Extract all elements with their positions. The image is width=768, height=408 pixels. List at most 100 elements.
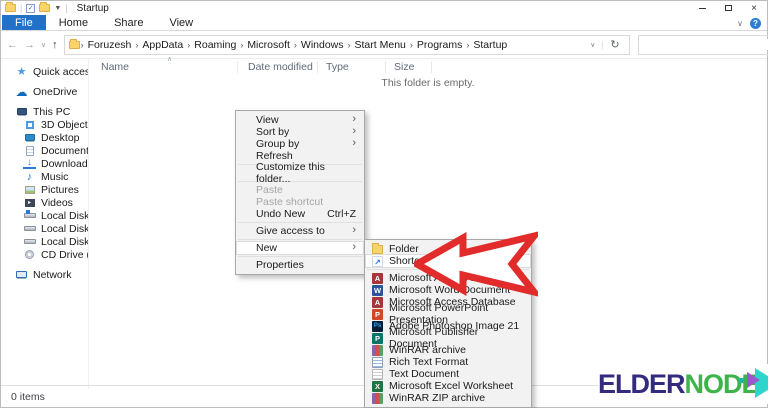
window-title: Startup: [76, 2, 109, 14]
breadcrumb-item-appdata[interactable]: AppData: [139, 39, 186, 51]
breadcrumb-item-windows[interactable]: Windows: [298, 39, 347, 51]
sidebar-item-label: 3D Objects: [41, 118, 89, 131]
separator: |: [65, 3, 68, 13]
sidebar-item-cd-drive-h[interactable]: CD Drive (H:): [1, 248, 88, 261]
column-header-name[interactable]: Name ∧: [89, 56, 238, 73]
eldernode-logo: ELDER NODE: [598, 364, 768, 404]
submenu-item-winrar-zip-archive[interactable]: WinRAR ZIP archive: [366, 392, 530, 404]
sidebar-item-label: OneDrive: [33, 85, 78, 98]
breadcrumb-item-start-menu[interactable]: Start Menu: [352, 39, 409, 51]
expand-ribbon-icon[interactable]: ∨: [737, 19, 743, 28]
menu-item-properties[interactable]: Properties: [237, 259, 363, 271]
forward-button[interactable]: →: [24, 39, 35, 51]
restore-icon: [724, 5, 732, 11]
document-icon: [23, 145, 36, 157]
sidebar-item-music[interactable]: ♪ Music: [1, 170, 88, 183]
close-button[interactable]: ×: [741, 1, 767, 15]
shortcut-icon: ↗: [372, 255, 383, 267]
up-button[interactable]: ↑: [52, 39, 58, 51]
restore-button[interactable]: [715, 1, 741, 15]
help-icon[interactable]: ?: [750, 17, 761, 29]
photoshop-icon: Ps: [372, 320, 383, 332]
submenu-item-powerpoint-presentation[interactable]: P Microsoft PowerPoint Presentation: [366, 302, 530, 326]
menu-item-sort-by[interactable]: Sort by ›: [237, 125, 363, 138]
menu-separator: [238, 256, 362, 257]
menu-separator: [238, 239, 362, 240]
properties-qat-icon[interactable]: ✓: [26, 3, 36, 13]
chevron-right-icon: ›: [352, 137, 356, 149]
recent-locations-chevron-icon[interactable]: ∨: [41, 41, 46, 49]
sidebar-item-onedrive[interactable]: ☁ OneDrive: [1, 85, 88, 99]
menu-item-customize-this-folder[interactable]: Customize this folder...: [237, 161, 363, 185]
menu-item-paste: Paste: [237, 184, 363, 196]
submenu-item-rich-text-format[interactable]: Rich Text Format: [366, 356, 530, 368]
sidebar-item-local-disk-e[interactable]: Local Disk (E:): [1, 235, 88, 248]
sidebar-item-label: Music: [41, 170, 69, 183]
folder-icon: [372, 243, 383, 254]
sort-ascending-icon: ∧: [167, 56, 173, 63]
breadcrumb-item-microsoft[interactable]: Microsoft: [244, 39, 293, 51]
sidebar-item-desktop[interactable]: Desktop: [1, 131, 88, 144]
cd-icon: [23, 249, 36, 261]
back-button[interactable]: ←: [7, 39, 18, 51]
red-annotation-arrow: [414, 231, 538, 297]
menu-item-label: Properties: [256, 259, 304, 271]
breadcrumb: › Foruzesh › AppData › Roaming › Microso…: [80, 39, 584, 51]
desktop-icon: [23, 132, 36, 144]
refresh-icon[interactable]: ↻: [603, 38, 626, 51]
breadcrumb-item-foruzesh[interactable]: Foruzesh: [85, 39, 135, 51]
submenu-item-text-document[interactable]: Text Document: [366, 368, 530, 380]
menu-item-shortcut: Ctrl+Z: [327, 208, 356, 220]
empty-folder-message: This folder is empty.: [381, 77, 475, 89]
sidebar-item-downloads[interactable]: ↓ Downloads: [1, 157, 88, 170]
search-input[interactable]: [643, 39, 768, 50]
submenu-item-publisher-document[interactable]: P Microsoft Publisher Document: [366, 326, 530, 350]
sidebar-item-pictures[interactable]: Pictures: [1, 183, 88, 196]
video-icon: ▸: [23, 197, 36, 209]
menu-item-new[interactable]: New ›: [236, 241, 364, 255]
sidebar-item-3d-objects[interactable]: 3D Objects: [1, 118, 88, 131]
tab-file[interactable]: File: [2, 15, 46, 30]
sidebar-item-documents[interactable]: Documents: [1, 144, 88, 157]
excel-icon: X: [372, 380, 383, 392]
sidebar-item-quick-access[interactable]: ★ Quick access: [1, 65, 88, 79]
menu-item-undo-new[interactable]: Undo New Ctrl+Z: [237, 208, 363, 220]
menu-item-view[interactable]: View ›: [237, 113, 363, 126]
column-header-date-modified[interactable]: Date modified: [238, 61, 318, 73]
location-folder-icon: [68, 38, 80, 49]
sidebar-item-network[interactable]: Network: [1, 268, 88, 281]
address-bar[interactable]: › Foruzesh › AppData › Roaming › Microso…: [63, 34, 630, 55]
address-dropdown-chevron-icon[interactable]: ∨: [583, 40, 604, 49]
breadcrumb-item-programs[interactable]: Programs: [414, 39, 466, 51]
logo-triangles-icon: [738, 366, 768, 402]
word-icon: W: [372, 284, 383, 296]
menu-item-label: Give access to: [256, 225, 325, 237]
sidebar-item-this-pc[interactable]: This PC: [1, 105, 88, 118]
menu-item-label: Customize this folder...: [256, 161, 325, 185]
menu-item-give-access-to[interactable]: Give access to ›: [237, 224, 363, 237]
titlebar: | ✓ ▼ | Startup ×: [1, 1, 767, 15]
sidebar-item-local-disk-d[interactable]: Local Disk (D:): [1, 222, 88, 235]
customize-qat-chevron-icon[interactable]: ▼: [54, 5, 61, 12]
sidebar-item-local-disk-c[interactable]: Local Disk (C:): [1, 209, 88, 222]
breadcrumb-item-startup[interactable]: Startup: [470, 39, 510, 51]
access-icon: A: [372, 296, 383, 308]
sidebar-item-label: Desktop: [41, 131, 80, 144]
submenu-item-excel-worksheet[interactable]: X Microsoft Excel Worksheet: [366, 380, 530, 392]
winrar-icon: [372, 392, 383, 404]
minimize-button[interactable]: [689, 1, 715, 15]
download-icon: ↓: [23, 158, 36, 169]
new-folder-qat-icon[interactable]: [39, 2, 51, 12]
sidebar-item-videos[interactable]: ▸ Videos: [1, 196, 88, 209]
column-header-type[interactable]: Type: [318, 61, 386, 73]
column-header-size[interactable]: Size: [386, 61, 432, 73]
tab-home[interactable]: Home: [46, 15, 101, 30]
network-icon: [15, 269, 28, 281]
tab-share[interactable]: Share: [101, 15, 156, 30]
tab-view[interactable]: View: [156, 15, 206, 30]
menu-item-group-by[interactable]: Group by ›: [237, 137, 363, 150]
breadcrumb-item-roaming[interactable]: Roaming: [191, 39, 239, 51]
sidebar-item-label: Local Disk (E:): [41, 235, 89, 248]
monitor-icon: [15, 106, 28, 118]
music-note-icon: ♪: [26, 170, 33, 183]
